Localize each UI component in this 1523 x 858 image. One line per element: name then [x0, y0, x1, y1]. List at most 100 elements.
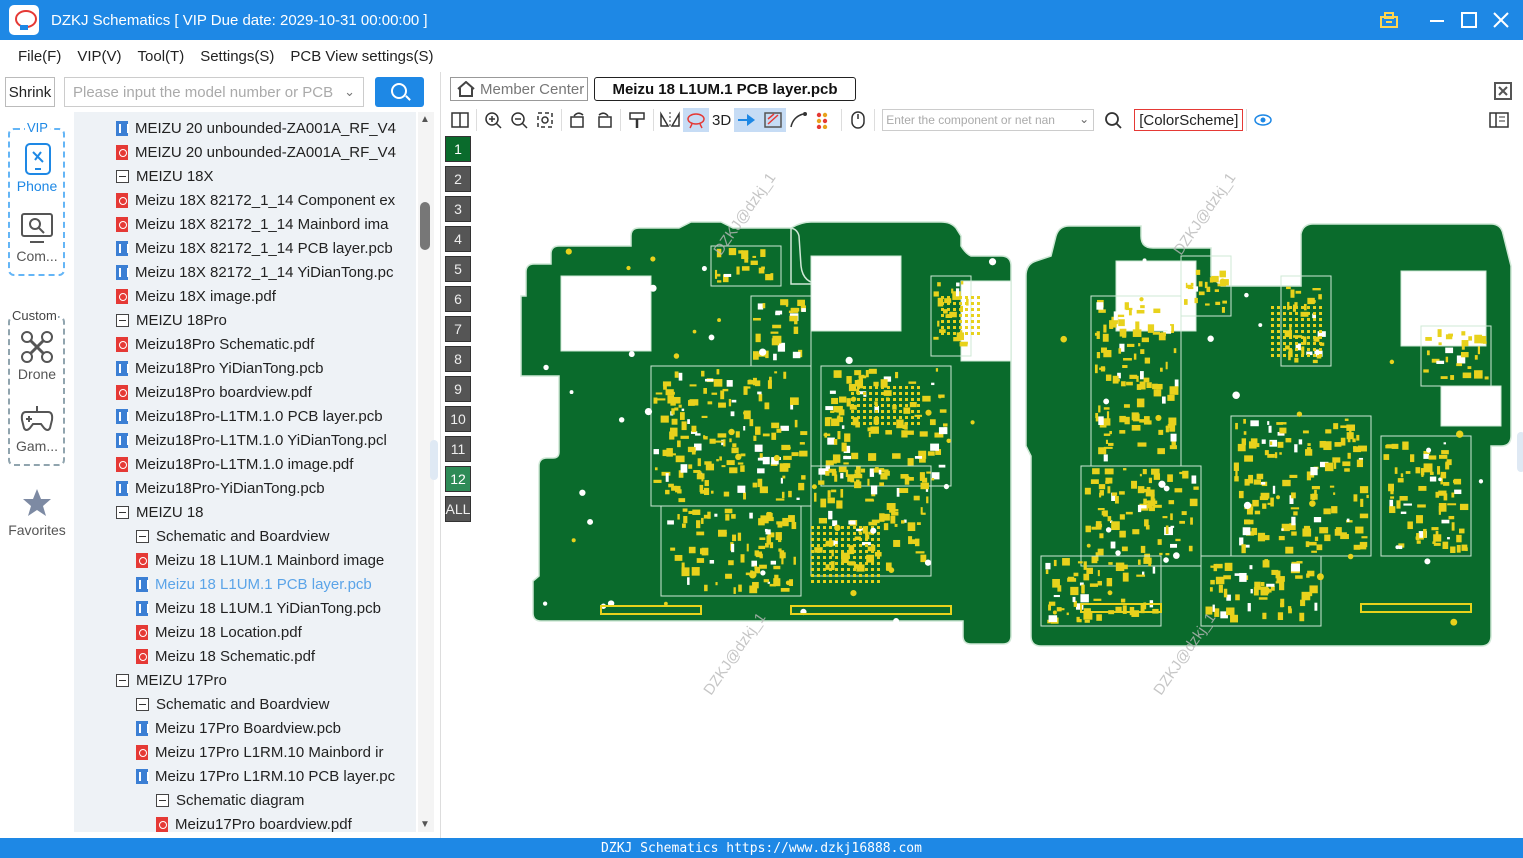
color-scheme-button[interactable]: [ColorScheme]	[1134, 109, 1244, 131]
menu-vip[interactable]: VIP(V)	[69, 48, 129, 65]
category-computer[interactable]: Com...	[0, 212, 74, 272]
shrink-button[interactable]: Shrink	[5, 77, 55, 107]
eye-icon[interactable]	[1250, 108, 1276, 132]
tab-member-center[interactable]: Member Center	[450, 77, 588, 101]
tree-folder[interactable]: Schematic and Boardview	[136, 692, 329, 716]
category-drone[interactable]: Drone	[0, 330, 74, 390]
collapse-icon[interactable]	[116, 673, 129, 687]
tree-file[interactable]: Meizu18Pro boardview.pdf	[116, 380, 312, 404]
pads-icon[interactable]	[812, 108, 838, 132]
component-search-icon[interactable]	[1100, 108, 1126, 132]
component-search-input[interactable]: Enter the component or net nan ⌄	[882, 109, 1095, 131]
tree-file[interactable]: Meizu 18 Location.pdf	[136, 620, 302, 644]
tree-file[interactable]: Meizu 18 Schematic.pdf	[136, 644, 315, 668]
collapse-icon[interactable]	[116, 505, 129, 519]
rotate-right-icon[interactable]	[591, 108, 617, 132]
layer-button[interactable]: ALL	[445, 496, 471, 522]
tree-folder[interactable]: MEIZU 17Pro	[116, 668, 227, 692]
tree-file[interactable]: Meizu18Pro Schematic.pdf	[116, 332, 314, 356]
collapse-icon[interactable]	[116, 313, 129, 327]
tree-file[interactable]: Meizu18Pro-L1TM.1.0 PCB layer.pcb	[116, 404, 383, 428]
tree-file[interactable]: Meizu 18X 82172_1_14 Component ex	[116, 188, 395, 212]
rotate-left-icon[interactable]	[565, 108, 591, 132]
maximize-button[interactable]	[1457, 8, 1481, 32]
tree-file[interactable]: Meizu 17Pro L1RM.10 Mainbord ir	[136, 740, 383, 764]
layer-button[interactable]: 2	[445, 166, 471, 192]
tree-file[interactable]: Meizu 18X image.pdf	[116, 284, 276, 308]
collapse-icon[interactable]	[116, 169, 129, 183]
tree-file[interactable]: Meizu 17Pro Boardview.pcb	[136, 716, 341, 740]
tree-file[interactable]: Meizu 18X 82172_1_14 YiDianTong.pc	[116, 260, 394, 284]
pcb-pad	[1244, 455, 1254, 462]
menu-pcb-view-settings[interactable]: PCB View settings(S)	[282, 48, 441, 65]
tab-active-pcb[interactable]: Meizu 18 L1UM.1 PCB layer.pcb	[594, 77, 856, 101]
tree-folder[interactable]: Schematic and Boardview	[136, 524, 329, 548]
highlight-net-icon[interactable]	[683, 108, 709, 132]
tree-folder[interactable]: Schematic diagram	[156, 788, 304, 812]
minimize-button[interactable]	[1425, 8, 1449, 32]
scroll-thumb[interactable]	[420, 202, 430, 250]
trace-icon[interactable]	[786, 108, 812, 132]
mouse-icon[interactable]	[845, 108, 871, 132]
zoom-in-icon[interactable]	[480, 108, 506, 132]
tree-file[interactable]: Meizu17Pro boardview.pdf	[156, 812, 352, 832]
favorites-nav[interactable]: Favorites	[0, 486, 74, 546]
zoom-out-icon[interactable]	[506, 108, 532, 132]
toggle-3d-button[interactable]: 3D	[709, 112, 734, 129]
tree-file[interactable]: Meizu 17Pro L1RM.10 PCB layer.pc	[136, 764, 395, 788]
pcb-canvas[interactable]: DZKJ@dzkj_1 DZKJ@dzkj_1DZKJ@dzkj_1 DZKJ@dz…	[481, 136, 1521, 836]
tree-file[interactable]: Meizu18Pro-L1TM.1.0 image.pdf	[116, 452, 353, 476]
model-search-input[interactable]: Please input the model number or PCB ⌄	[64, 77, 364, 107]
vip-lock-icon[interactable]	[1377, 8, 1401, 32]
category-phone[interactable]: Phone	[0, 142, 74, 202]
menu-file[interactable]: File(F)	[10, 48, 69, 65]
side-panel-icon[interactable]	[1486, 108, 1512, 132]
layer-button[interactable]: 12	[445, 466, 471, 492]
layer-button[interactable]: 5	[445, 256, 471, 282]
paint-icon[interactable]	[624, 108, 650, 132]
fit-view-icon[interactable]	[532, 108, 558, 132]
tree-file[interactable]: Meizu18Pro-YiDianTong.pcb	[116, 476, 325, 500]
tree-file[interactable]: Meizu 18X 82172_1_14 PCB layer.pcb	[116, 236, 393, 260]
close-panel-icon[interactable]	[1494, 80, 1514, 103]
search-button[interactable]	[375, 77, 424, 107]
layer-button[interactable]: 1	[445, 136, 471, 162]
pcb-pad	[1356, 459, 1364, 468]
collapse-icon[interactable]	[136, 697, 149, 711]
collapse-icon[interactable]	[156, 793, 169, 807]
tree-folder[interactable]: MEIZU 18	[116, 500, 204, 524]
tree-file[interactable]: Meizu 18 L1UM.1 YiDianTong.pcb	[136, 596, 381, 620]
layer-button[interactable]: 4	[445, 226, 471, 252]
scroll-up-icon[interactable]: ▲	[420, 114, 430, 125]
tree-file[interactable]: Meizu 18 L1UM.1 Mainbord image	[136, 548, 384, 572]
tree-file[interactable]: Meizu18Pro YiDianTong.pcb	[116, 356, 323, 380]
tree-file[interactable]: Meizu18Pro-L1TM.1.0 YiDianTong.pcl	[116, 428, 387, 452]
tree-folder[interactable]: MEIZU 18X	[116, 164, 214, 188]
collapse-icon[interactable]	[136, 529, 149, 543]
layer-button[interactable]: 10	[445, 406, 471, 432]
layer-button[interactable]: 7	[445, 316, 471, 342]
tree-folder[interactable]: MEIZU 18Pro	[116, 308, 227, 332]
tree-file[interactable]: Meizu 18X 82172_1_14 Mainbord ima	[116, 212, 389, 236]
layer-button[interactable]: 11	[445, 436, 471, 462]
tree-file[interactable]: MEIZU 20 unbounded-ZA001A_RF_V4	[116, 140, 396, 164]
pointer-mode-icon[interactable]	[734, 108, 761, 132]
select-area-icon[interactable]	[760, 108, 787, 132]
close-button[interactable]	[1489, 8, 1513, 32]
menu-tool[interactable]: Tool(T)	[130, 48, 193, 65]
right-panel-handle[interactable]	[1517, 432, 1523, 472]
layer-button[interactable]: 3	[445, 196, 471, 222]
tree-file[interactable]: MEIZU 20 unbounded-ZA001A_RF_V4	[116, 116, 396, 140]
split-view-icon[interactable]	[447, 108, 473, 132]
layer-button[interactable]: 9	[445, 376, 471, 402]
scroll-down-icon[interactable]: ▼	[420, 819, 430, 830]
mirror-icon[interactable]	[657, 108, 683, 132]
panel-collapse-handle[interactable]	[430, 440, 438, 480]
layer-button[interactable]: 6	[445, 286, 471, 312]
chevron-down-icon[interactable]: ⌄	[1079, 112, 1089, 126]
menu-settings[interactable]: Settings(S)	[192, 48, 282, 65]
category-game[interactable]: Gam...	[0, 402, 74, 462]
layer-button[interactable]: 8	[445, 346, 471, 372]
tree-file[interactable]: Meizu 18 L1UM.1 PCB layer.pcb	[136, 572, 372, 596]
chevron-down-icon[interactable]: ⌄	[344, 84, 355, 100]
